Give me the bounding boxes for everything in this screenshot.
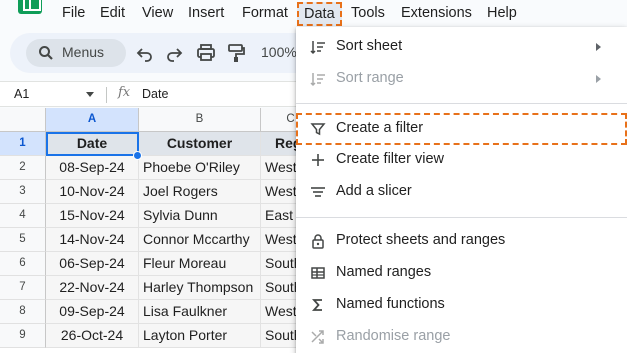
search-icon (39, 46, 53, 60)
menu-help[interactable]: Help (487, 5, 517, 21)
search-label: Menus (62, 44, 105, 60)
redo-icon[interactable] (163, 42, 185, 64)
menu-item-label: Protect sheets and ranges (336, 232, 506, 248)
chevron-right-icon (596, 75, 601, 83)
row-header-2[interactable]: 2 (0, 156, 46, 180)
menu-divider (296, 103, 627, 104)
row-header-5[interactable]: 5 (0, 228, 46, 252)
table-cell[interactable]: 06-Sep-24 (46, 252, 139, 276)
menu-item-add-slicer[interactable]: Add a slicer (296, 176, 627, 208)
menu-extensions[interactable]: Extensions (401, 5, 472, 21)
menus-search[interactable]: Menus (26, 39, 126, 67)
menu-edit[interactable]: Edit (100, 5, 125, 21)
zoom-level[interactable]: 100% (261, 44, 297, 60)
menu-item-label: Sort range (336, 70, 404, 86)
table-cell[interactable]: Sylvia Dunn (139, 204, 261, 228)
sort-icon (310, 41, 325, 55)
menu-item-label: Create filter view (336, 151, 444, 167)
fx-icon: fx (118, 85, 131, 100)
sheets-window: File Edit View Insert Format Data Tools … (0, 0, 627, 353)
menu-data[interactable]: Data (297, 2, 342, 26)
sheets-logo-icon[interactable] (18, 0, 42, 14)
menu-item-label: Sort sheet (336, 38, 403, 54)
table-cell[interactable]: 15-Nov-24 (46, 204, 139, 228)
table-cell[interactable]: 09-Sep-24 (46, 300, 139, 324)
table-cell[interactable]: 10-Nov-24 (46, 180, 139, 204)
row-header-4[interactable]: 4 (0, 204, 46, 228)
menu-item-create-filter-view[interactable]: Create filter view (296, 144, 627, 176)
header-cell-customer[interactable]: Customer (139, 132, 261, 156)
undo-icon[interactable] (134, 42, 156, 64)
select-all-corner[interactable] (0, 108, 46, 132)
menu-item-label: Named ranges (336, 264, 432, 280)
table-cell[interactable]: Harley Thompson (139, 276, 261, 300)
sigma-icon (311, 299, 322, 311)
chevron-right-icon (596, 43, 601, 51)
table-cell[interactable]: 14-Nov-24 (46, 228, 139, 252)
table-cell[interactable]: 08-Sep-24 (46, 156, 139, 180)
table-cell[interactable]: Joel Rogers (139, 180, 261, 204)
data-menu-dropdown: Sort sheet Sort range Create a filter Cr… (296, 27, 627, 353)
column-header-b[interactable]: B (139, 108, 261, 132)
menu-format[interactable]: Format (242, 5, 288, 21)
divider (106, 87, 107, 103)
table-cell[interactable]: Connor Mccarthy (139, 228, 261, 252)
table-icon (311, 267, 325, 279)
table-cell[interactable]: Phoebe O'Riley (139, 156, 261, 180)
sort-icon (310, 73, 325, 87)
menu-view[interactable]: View (142, 5, 173, 21)
menu-insert[interactable]: Insert (188, 5, 224, 21)
slicer-icon (311, 187, 325, 197)
lock-icon (312, 234, 324, 249)
table-cell[interactable]: 26-Oct-24 (46, 324, 139, 348)
menu-item-label: Add a slicer (336, 183, 412, 199)
column-header-a[interactable]: A (46, 108, 139, 132)
menu-item-randomise-range[interactable]: Randomise range (296, 321, 627, 353)
chevron-down-icon[interactable] (86, 92, 94, 97)
row-header-3[interactable]: 3 (0, 180, 46, 204)
menu-item-named-ranges[interactable]: Named ranges (296, 257, 627, 289)
menu-item-protect-sheets[interactable]: Protect sheets and ranges (296, 225, 627, 257)
row-header-1[interactable]: 1 (0, 132, 46, 156)
fill-handle[interactable] (133, 151, 142, 160)
table-cell[interactable]: Lisa Faulkner (139, 300, 261, 324)
table-cell[interactable]: Layton Porter (139, 324, 261, 348)
menu-tools[interactable]: Tools (351, 5, 385, 21)
menu-item-named-functions[interactable]: Named functions (296, 289, 627, 321)
menu-divider (296, 217, 627, 218)
menu-item-label: Named functions (336, 296, 445, 312)
row-header-7[interactable]: 7 (0, 276, 46, 300)
row-header-6[interactable]: 6 (0, 252, 46, 276)
active-cell-outline (46, 132, 139, 156)
row-header-9[interactable]: 9 (0, 324, 46, 348)
menu-item-sort-range[interactable]: Sort range (296, 63, 627, 95)
menu-item-sort-sheet[interactable]: Sort sheet (296, 31, 627, 63)
filter-icon (310, 123, 326, 136)
formula-input[interactable]: Date (142, 87, 168, 101)
menu-file[interactable]: File (62, 5, 85, 21)
paint-format-icon[interactable] (225, 42, 247, 64)
menu-bar: File Edit View Insert Format Data Tools … (0, 0, 627, 28)
menu-item-label: Randomise range (336, 328, 451, 344)
menu-item-label: Create a filter (336, 120, 424, 136)
table-cell[interactable]: Fleur Moreau (139, 252, 261, 276)
row-header-8[interactable]: 8 (0, 300, 46, 324)
menu-item-create-filter[interactable]: Create a filter (296, 113, 627, 145)
plus-icon (312, 154, 324, 166)
name-box[interactable]: A1 (14, 87, 29, 101)
table-cell[interactable]: 22-Nov-24 (46, 276, 139, 300)
shuffle-icon (311, 330, 324, 344)
print-icon[interactable] (195, 42, 217, 64)
